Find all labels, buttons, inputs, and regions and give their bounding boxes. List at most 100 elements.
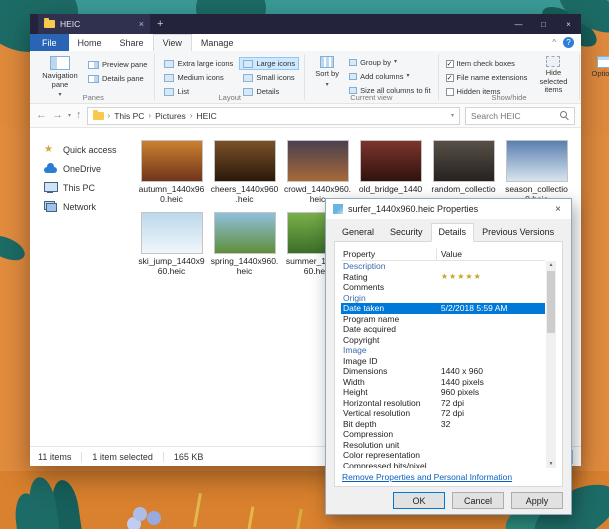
breadcrumb-item-label[interactable]: Pictures (155, 111, 186, 121)
dialog-tab[interactable]: Security (382, 223, 431, 242)
forward-button[interactable]: → (52, 110, 63, 121)
dialog-close-button[interactable]: × (545, 199, 571, 219)
property-row[interactable]: Copyright (341, 335, 545, 346)
apply-button[interactable]: Apply (511, 492, 563, 509)
property-row[interactable]: Comments (341, 282, 545, 293)
options-button[interactable]: Options (585, 54, 609, 79)
recent-locations-dropdown-icon[interactable]: ▾ (68, 112, 71, 119)
layout-option[interactable]: Medium icons (160, 71, 237, 84)
ribbon-tab-manage[interactable]: Manage (192, 34, 243, 51)
sidebar-item[interactable]: OneDrive (30, 160, 125, 177)
ribbon-tab-home[interactable]: Home (69, 34, 111, 51)
tab-close-icon[interactable]: × (139, 19, 144, 29)
maximize-button[interactable]: □ (531, 14, 556, 34)
property-row[interactable]: Compressed bits/pixel (341, 461, 545, 469)
up-button[interactable]: ↑ (76, 110, 82, 121)
file-thumbnail[interactable] (360, 140, 422, 182)
layout-option-icon (164, 60, 174, 68)
file-thumbnail[interactable] (141, 212, 203, 254)
file-thumbnail[interactable] (214, 212, 276, 254)
address-dropdown-icon[interactable]: ▾ (451, 112, 454, 119)
scroll-down-icon[interactable]: ▼ (549, 460, 554, 468)
file-thumbnail[interactable] (506, 140, 568, 182)
ribbon-tab-view[interactable]: View (153, 34, 192, 51)
details-pane-label: Details pane (102, 74, 144, 83)
cancel-button[interactable]: Cancel (452, 492, 504, 509)
ribbon-tab-file[interactable]: File (30, 34, 69, 51)
breadcrumb-item-label[interactable]: This PC (114, 111, 144, 121)
property-row[interactable]: Width 1440 pixels (341, 377, 545, 388)
hide-selected-items-button[interactable]: Hide selected items (532, 54, 574, 95)
breadcrumb-item[interactable]: Pictures › (155, 111, 192, 121)
file-item[interactable]: autumn_1440x96 0.heic (135, 140, 208, 205)
back-button[interactable]: ← (36, 110, 47, 121)
file-thumbnail[interactable] (433, 140, 495, 182)
search-input[interactable] (471, 111, 556, 121)
show-hide-checkbox-row[interactable]: ✓ Item check boxes (444, 58, 530, 69)
dialog-tab[interactable]: Previous Versions (474, 223, 562, 242)
property-row[interactable]: Image ID (341, 356, 545, 367)
explorer-tab[interactable]: HEIC × (38, 14, 150, 34)
file-thumbnail[interactable] (141, 140, 203, 182)
sidebar-item[interactable]: This PC (30, 179, 125, 196)
checkbox[interactable]: ✓ (446, 74, 454, 82)
property-row[interactable]: Program name (341, 314, 545, 325)
checkbox-label: File name extensions (457, 73, 528, 82)
file-item[interactable]: ski_jump_1440x9 60.heic (135, 212, 208, 277)
property-row[interactable]: Resolution unit (341, 440, 545, 451)
details-pane-button[interactable]: Details pane (86, 73, 149, 84)
property-row[interactable]: Bit depth 32 (341, 419, 545, 430)
ok-button[interactable]: OK (393, 492, 445, 509)
search-box[interactable] (465, 107, 575, 125)
breadcrumb-item[interactable]: This PC › (114, 111, 151, 121)
property-row[interactable]: Image (341, 345, 545, 356)
property-row[interactable]: Rating ★★★★★ (341, 272, 545, 283)
address-breadcrumb[interactable]: › This PC › Pictures › HEIC ▾ (87, 107, 460, 125)
dialog-tab[interactable]: Details (431, 223, 475, 242)
file-thumbnail[interactable] (214, 140, 276, 182)
property-row[interactable]: Vertical resolution 72 dpi (341, 408, 545, 419)
file-item[interactable]: random_collectio (427, 140, 500, 205)
scrollbar-thumb[interactable] (547, 271, 555, 333)
ribbon-tab-share[interactable]: Share (111, 34, 153, 51)
ribbon-collapse-icon[interactable]: ^ (552, 38, 556, 47)
file-item[interactable]: old_bridge_1440 (354, 140, 427, 205)
file-item[interactable]: cheers_1440x960 .heic (208, 140, 281, 205)
sort-by-button[interactable]: Sort by ▾ (310, 54, 344, 89)
property-row[interactable]: Horizontal resolution 72 dpi (341, 398, 545, 409)
property-row[interactable]: Date taken 5/2/2018 5:59 AM (341, 303, 545, 314)
file-item[interactable]: season_collectio 0.heic (500, 140, 573, 205)
sidebar-item[interactable]: Quick access (30, 141, 125, 158)
minimize-button[interactable]: — (506, 14, 531, 34)
breadcrumb-item-label[interactable]: HEIC (196, 111, 216, 121)
help-button[interactable]: ? (563, 37, 574, 48)
scrollbar[interactable]: ▲ ▼ (546, 261, 556, 468)
property-row[interactable]: Description (341, 261, 545, 272)
group-label-show-hide: Show/hide (439, 93, 580, 102)
property-row[interactable]: Dimensions 1440 x 960 (341, 366, 545, 377)
property-row[interactable]: Color representation (341, 450, 545, 461)
preview-pane-button[interactable]: Preview pane (86, 59, 149, 70)
checkbox[interactable]: ✓ (446, 60, 454, 68)
layout-option[interactable]: Extra large icons (160, 57, 237, 70)
property-row[interactable]: Compression (341, 429, 545, 440)
breadcrumb-item[interactable]: HEIC (196, 111, 216, 121)
sidebar-item[interactable]: Network (30, 198, 125, 215)
property-row[interactable]: Origin (341, 293, 545, 304)
file-item[interactable]: spring_1440x960. heic (208, 212, 281, 277)
file-item[interactable]: crowd_1440x960. heic (281, 140, 354, 205)
show-hide-checkbox-row[interactable]: ✓ File name extensions (444, 72, 530, 83)
property-row[interactable]: Date acquired (341, 324, 545, 335)
close-button[interactable]: × (556, 14, 581, 34)
layout-option[interactable]: Small icons (239, 71, 299, 84)
file-thumbnail[interactable] (287, 140, 349, 182)
new-tab-button[interactable]: + (157, 18, 163, 30)
layout-option[interactable]: Large icons (239, 57, 299, 70)
hide-selected-items-label: Hide selected items (532, 69, 574, 95)
property-row[interactable]: Height 960 pixels (341, 387, 545, 398)
dialog-tab[interactable]: General (334, 223, 382, 242)
remove-properties-link[interactable]: Remove Properties and Personal Informati… (341, 472, 556, 482)
add-columns-button[interactable]: Add columns ▾ (347, 71, 432, 82)
group-by-button[interactable]: Group by ▾ (347, 57, 432, 68)
scroll-up-icon[interactable]: ▲ (549, 261, 554, 269)
